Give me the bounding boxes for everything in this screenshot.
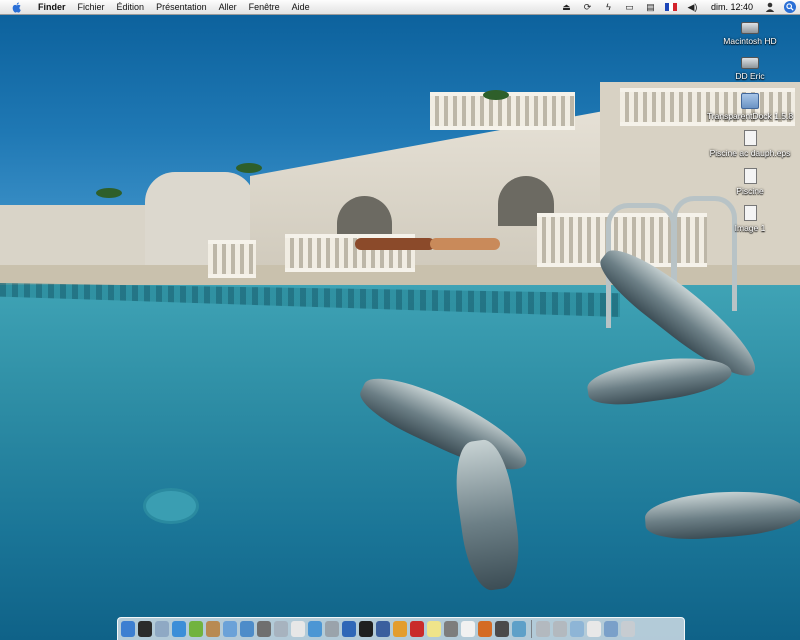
downloads-icon[interactable]: [604, 621, 618, 637]
menu-aide[interactable]: Aide: [286, 0, 316, 14]
desktop-icon-macintosh-hd[interactable]: Macintosh HD: [695, 19, 800, 46]
network-icon[interactable]: [570, 621, 584, 637]
stickies-icon[interactable]: [427, 621, 441, 637]
imovie-icon[interactable]: [257, 621, 271, 637]
hard-drive-icon: [741, 57, 759, 69]
sync-icon[interactable]: ⟳: [581, 2, 594, 12]
address-book-icon[interactable]: [206, 621, 220, 637]
volume-dock-icon[interactable]: ▤: [644, 2, 657, 12]
desktop-icon-label: DD Eric: [735, 71, 765, 81]
firefox-icon[interactable]: [478, 621, 492, 637]
folder-icon: [741, 93, 759, 109]
desktop-icon-label: TransparentDock 1.5.8: [706, 111, 794, 121]
wallpaper-palm: [483, 90, 509, 100]
wallpaper-balustrade: [208, 240, 256, 278]
document-icon: [743, 168, 757, 184]
ical-icon[interactable]: [291, 621, 305, 637]
ichat-icon[interactable]: [189, 621, 203, 637]
desktop-icon-transparentdock[interactable]: TransparentDock 1.5.8: [695, 93, 800, 121]
user-icon[interactable]: [763, 2, 776, 12]
mail-icon[interactable]: [155, 621, 169, 637]
trash-icon[interactable]: [621, 621, 635, 637]
wallpaper-sunbather: [355, 238, 435, 250]
hard-drive-icon: [741, 22, 759, 34]
menu-fenetre[interactable]: Fenêtre: [243, 0, 286, 14]
menu-edition[interactable]: Édition: [111, 0, 151, 14]
iphoto-icon[interactable]: [240, 621, 254, 637]
menu-clock[interactable]: dim. 12:40: [711, 2, 753, 12]
desktop-icon-piscine[interactable]: Piscine: [695, 168, 800, 196]
desktop-icon-dd-eric[interactable]: DD Eric: [695, 54, 800, 81]
textedit-icon[interactable]: [461, 621, 475, 637]
desktop-wallpaper: [0, 0, 800, 640]
apple-logo-icon[interactable]: [10, 1, 22, 13]
spotlight-icon[interactable]: [784, 1, 796, 13]
wallpaper-palm: [96, 188, 122, 198]
menu-presentation[interactable]: Présentation: [150, 0, 213, 14]
drive-icon[interactable]: [553, 621, 567, 637]
quicktime-icon[interactable]: [342, 621, 356, 637]
drive-icon[interactable]: [536, 621, 550, 637]
terminal-icon[interactable]: [359, 621, 373, 637]
desktop-icon-label: Macintosh HD: [723, 36, 777, 46]
photoshop-icon[interactable]: [376, 621, 390, 637]
safari-icon[interactable]: [172, 621, 186, 637]
document-icon: [743, 130, 757, 146]
illustrator-icon[interactable]: [393, 621, 407, 637]
desktop-icon-label: Image 1: [734, 223, 766, 233]
dock-separator: [531, 620, 532, 638]
wallpaper-palm: [236, 163, 262, 173]
document-icon: [743, 205, 757, 221]
menu-bar: Finder Fichier Édition Présentation Alle…: [0, 0, 800, 15]
preview-icon[interactable]: [308, 621, 322, 637]
bolt-icon[interactable]: ϟ: [602, 2, 615, 12]
itunes-icon[interactable]: [223, 621, 237, 637]
french-flag-icon[interactable]: [665, 2, 678, 12]
desktop-icon-label: Piscine ac dauph.eps: [709, 148, 791, 158]
wallpaper-pool-drain: [143, 488, 199, 524]
system-preferences-icon[interactable]: [325, 621, 339, 637]
acrobat-icon[interactable]: [410, 621, 424, 637]
menu-fichier[interactable]: Fichier: [72, 0, 111, 14]
display-icon[interactable]: ▭: [623, 2, 636, 12]
menu-finder[interactable]: Finder: [32, 0, 72, 14]
desktop-icon-image-1[interactable]: Image 1: [695, 205, 800, 233]
sherlock-icon[interactable]: [274, 621, 288, 637]
x11-icon[interactable]: [495, 621, 509, 637]
menu-extras: ⏏ ⟳ ϟ ▭ ▤ ◀) dim. 12:40: [556, 0, 800, 14]
desktop-icon-piscine-ac-dauph[interactable]: Piscine ac dauph.eps: [695, 130, 800, 158]
finder-icon[interactable]: [121, 621, 135, 637]
eject-icon[interactable]: ⏏: [560, 2, 573, 12]
dashboard-icon[interactable]: [138, 621, 152, 637]
document-icon[interactable]: [587, 621, 601, 637]
speaker-icon[interactable]: ◀): [686, 2, 699, 12]
calculator-icon[interactable]: [444, 621, 458, 637]
wallpaper-sunbather: [430, 238, 500, 250]
menu-aller[interactable]: Aller: [213, 0, 243, 14]
desktop-icon-label: Piscine: [736, 186, 764, 196]
grapher-icon[interactable]: [512, 621, 526, 637]
dock: [117, 617, 685, 640]
